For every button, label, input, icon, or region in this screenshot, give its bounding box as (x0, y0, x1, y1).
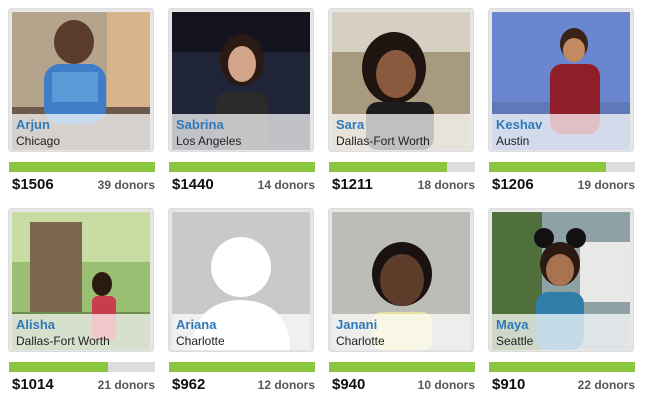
progress-fill (9, 162, 155, 172)
donor-count: 10 donors (417, 378, 475, 392)
participant-city: Austin (496, 134, 530, 148)
participant-name[interactable]: Alisha (16, 317, 55, 332)
participant-name[interactable]: Ariana (176, 317, 216, 332)
photo-caption: Maya Seattle (492, 314, 630, 350)
donor-count: 18 donors (417, 178, 475, 192)
amount-raised: $1206 (492, 176, 534, 193)
progress-bar (489, 362, 635, 372)
amount-raised: $1211 (332, 176, 373, 193)
participant-photo[interactable]: Sara Dallas-Fort Worth (332, 12, 470, 150)
amount-raised: $910 (492, 376, 526, 393)
participant-card[interactable]: Maya Seattle $910 22 donors (484, 204, 635, 394)
participant-city: Dallas-Fort Worth (336, 134, 430, 148)
amount-raised: $1014 (12, 376, 54, 393)
donor-count: 12 donors (257, 378, 315, 392)
participant-photo[interactable]: Keshav Austin (492, 12, 630, 150)
amount-raised: $962 (172, 376, 206, 393)
photo-caption: Keshav Austin (492, 114, 630, 150)
progress-fill (9, 362, 109, 372)
participant-city: Chicago (16, 134, 61, 148)
photo-caption: Arjun Chicago (12, 114, 150, 150)
photo-caption: Sabrina Los Angeles (172, 114, 310, 150)
participant-card[interactable]: Keshav Austin $1206 19 donors (484, 4, 635, 194)
progress-bar (9, 162, 155, 172)
participant-city: Seattle (496, 334, 534, 348)
progress-bar (329, 162, 475, 172)
participant-city: Dallas-Fort Worth (16, 334, 110, 348)
participant-name[interactable]: Keshav (496, 117, 542, 132)
participant-name[interactable]: Janani (336, 317, 377, 332)
amount-raised: $1440 (172, 176, 214, 193)
progress-bar (329, 362, 475, 372)
participant-name[interactable]: Sara (336, 117, 364, 132)
photo-caption: Sara Dallas-Fort Worth (332, 114, 470, 150)
progress-bar (169, 362, 315, 372)
participant-photo[interactable]: Ariana Charlotte (172, 212, 310, 350)
participant-card[interactable]: Ariana Charlotte $962 12 donors (164, 204, 315, 394)
amount-raised: $1506 (12, 176, 54, 193)
participant-photo[interactable]: Arjun Chicago (12, 12, 150, 150)
participant-photo[interactable]: Janani Charlotte (332, 212, 470, 350)
progress-bar (169, 162, 315, 172)
participant-city: Charlotte (176, 334, 225, 348)
progress-fill (169, 162, 315, 172)
donor-count: 19 donors (577, 178, 635, 192)
photo-caption: Janani Charlotte (332, 314, 470, 350)
progress-fill (329, 362, 475, 372)
participant-card[interactable]: Sara Dallas-Fort Worth $1211 18 donors (324, 4, 475, 194)
photo-caption: Ariana Charlotte (172, 314, 310, 350)
participant-photo[interactable]: Alisha Dallas-Fort Worth (12, 212, 150, 350)
donor-count: 22 donors (577, 378, 635, 392)
progress-fill (489, 162, 606, 172)
participant-photo[interactable]: Maya Seattle (492, 212, 630, 350)
participant-card[interactable]: Sabrina Los Angeles $1440 14 donors (164, 4, 315, 194)
participant-card[interactable]: Arjun Chicago $1506 39 donors (4, 4, 155, 194)
donor-count: 14 donors (257, 178, 315, 192)
participant-name[interactable]: Sabrina (176, 117, 224, 132)
progress-fill (329, 162, 448, 172)
participant-photo[interactable]: Sabrina Los Angeles (172, 12, 310, 150)
participant-city: Charlotte (336, 334, 385, 348)
participant-name[interactable]: Arjun (16, 117, 50, 132)
donor-count: 39 donors (97, 178, 155, 192)
progress-fill (169, 362, 315, 372)
participant-grid: Arjun Chicago $1506 39 donors Sabrina Lo… (0, 0, 650, 400)
participant-name[interactable]: Maya (496, 317, 529, 332)
photo-caption: Alisha Dallas-Fort Worth (12, 314, 150, 350)
donor-count: 21 donors (97, 378, 155, 392)
progress-bar (9, 362, 155, 372)
participant-card[interactable]: Janani Charlotte $940 10 donors (324, 204, 475, 394)
participant-city: Los Angeles (176, 134, 242, 148)
progress-fill (489, 362, 635, 372)
amount-raised: $940 (332, 376, 366, 393)
participant-card[interactable]: Alisha Dallas-Fort Worth $1014 21 donors (4, 204, 155, 394)
progress-bar (489, 162, 635, 172)
